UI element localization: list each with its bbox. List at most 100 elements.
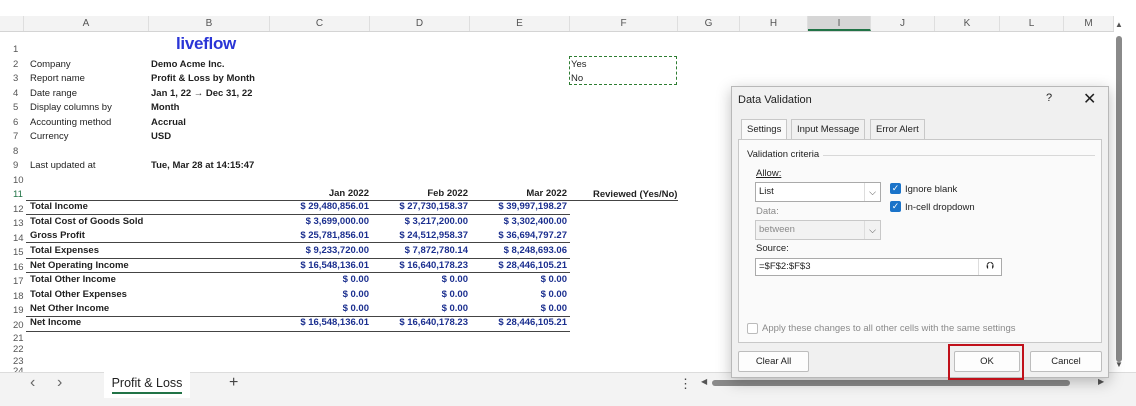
row-header[interactable]: 19 xyxy=(0,305,24,316)
scroll-up-icon[interactable]: ▲ xyxy=(1115,20,1123,29)
column-header-k[interactable]: K xyxy=(935,16,1000,31)
column-header-l[interactable]: L xyxy=(1000,16,1064,31)
row-header[interactable]: 1 xyxy=(0,44,24,55)
in-cell-dropdown-label[interactable]: In-cell dropdown xyxy=(905,202,975,213)
row-divider xyxy=(26,214,570,215)
table-cell-value: $ 36,694,797.27 xyxy=(498,230,567,241)
vertical-scroll-thumb[interactable] xyxy=(1116,36,1122,362)
header-divider-f xyxy=(570,200,678,201)
column-header-b[interactable]: B xyxy=(149,16,270,31)
table-header-jan: Jan 2022 xyxy=(328,188,369,199)
column-header-g[interactable]: G xyxy=(678,16,740,31)
row-header[interactable]: 15 xyxy=(0,247,24,258)
info-value-date-range: Jan 1, 22 → Dec 31, 22 xyxy=(151,88,253,99)
row-header[interactable]: 18 xyxy=(0,291,24,302)
row-header[interactable]: 22 xyxy=(0,344,24,355)
info-value-currency: USD xyxy=(151,131,172,142)
sheet-next-icon[interactable]: › xyxy=(57,374,62,392)
info-label-currency: Currency xyxy=(30,131,69,142)
ignore-blank-checkbox[interactable]: ✓ xyxy=(890,183,901,194)
tab-settings[interactable]: Settings xyxy=(741,119,788,141)
row-header[interactable]: 10 xyxy=(0,175,24,186)
row-header[interactable]: 11 xyxy=(0,189,24,200)
table-cell-value: $ 27,730,158.37 xyxy=(399,201,468,212)
column-header-h[interactable]: H xyxy=(740,16,808,31)
sheet-prev-icon[interactable]: ‹ xyxy=(30,374,35,392)
column-header-j[interactable]: J xyxy=(871,16,935,31)
row-header[interactable]: 9 xyxy=(0,160,24,171)
data-value: between xyxy=(759,224,795,235)
sheet-tab-profit-loss[interactable]: Profit & Loss xyxy=(104,372,190,398)
table-cell-value: $ 16,640,178.23 xyxy=(399,260,468,271)
row-header[interactable]: 16 xyxy=(0,262,24,273)
last-updated-value: Tue, Mar 28 at 14:15:47 xyxy=(151,160,255,171)
info-label-display-columns: Display columns by xyxy=(30,102,112,113)
row-divider xyxy=(26,258,570,259)
info-label-report-name: Report name xyxy=(30,73,85,84)
allow-dropdown[interactable]: List ⌵ xyxy=(755,182,881,202)
cancel-button[interactable]: Cancel xyxy=(1030,351,1102,372)
column-header-a[interactable]: A xyxy=(24,16,149,31)
settings-panel: Validation criteria Allow: List ⌵ ✓ Igno… xyxy=(738,139,1102,343)
row-header[interactable]: 21 xyxy=(0,333,24,344)
row-header[interactable]: 13 xyxy=(0,218,24,229)
ok-button-highlight xyxy=(948,344,1024,380)
close-icon[interactable]: ✕ xyxy=(1083,89,1096,109)
collapse-dialog-icon[interactable]: ⮉ xyxy=(978,259,1001,275)
add-sheet-button[interactable]: + xyxy=(229,374,238,392)
more-options-icon[interactable]: ⋮ xyxy=(679,376,692,392)
column-header-c[interactable]: C xyxy=(270,16,370,31)
table-cell-value: $ 3,302,400.00 xyxy=(503,216,567,227)
row-header[interactable]: 20 xyxy=(0,320,24,331)
row-header[interactable]: 2 xyxy=(0,59,24,70)
table-cell-value: $ 0.00 xyxy=(540,303,567,314)
tab-error-alert[interactable]: Error Alert xyxy=(870,119,925,140)
table-cell-value: $ 24,512,958.37 xyxy=(399,230,468,241)
column-header-f[interactable]: F xyxy=(570,16,678,31)
column-header-i[interactable]: I xyxy=(808,16,871,31)
chevron-down-icon: ⌵ xyxy=(864,221,880,239)
row-header[interactable]: 8 xyxy=(0,146,24,157)
hscroll-right-icon[interactable]: ▶ xyxy=(1098,377,1104,386)
hscroll-left-icon[interactable]: ◀ xyxy=(701,377,707,386)
scroll-down-icon[interactable]: ▼ xyxy=(1115,360,1123,369)
ignore-blank-label[interactable]: Ignore blank xyxy=(905,184,957,195)
column-header-e[interactable]: E xyxy=(470,16,570,31)
row-header[interactable]: 4 xyxy=(0,88,24,99)
table-cell-value: $ 7,872,780.14 xyxy=(404,245,468,256)
clear-all-button[interactable]: Clear All xyxy=(738,351,809,372)
help-icon[interactable]: ? xyxy=(1046,92,1052,104)
row-header[interactable]: 14 xyxy=(0,233,24,244)
data-validation-dialog: Data Validation ? ✕ Settings Input Messa… xyxy=(731,86,1109,378)
table-row-label: Total Other Expenses xyxy=(30,289,127,300)
row-header[interactable]: 17 xyxy=(0,276,24,287)
row-header[interactable]: 6 xyxy=(0,117,24,128)
row-header[interactable]: 12 xyxy=(0,204,24,215)
row-header[interactable]: 5 xyxy=(0,102,24,113)
table-cell-value: $ 25,781,856.01 xyxy=(300,230,369,241)
validation-criteria-label: Validation criteria xyxy=(747,149,820,160)
row-header[interactable]: 7 xyxy=(0,131,24,142)
column-header-d[interactable]: D xyxy=(370,16,470,31)
table-row-label: Net Income xyxy=(30,317,82,328)
row-header[interactable]: 3 xyxy=(0,73,24,84)
table-cell-value: $ 0.00 xyxy=(342,303,369,314)
column-header-bar: A B C D E F G H I J K L M xyxy=(0,16,1114,32)
column-header-m[interactable]: M xyxy=(1064,16,1114,31)
horizontal-scroll-thumb[interactable] xyxy=(712,380,1070,386)
row-divider xyxy=(26,272,570,273)
in-cell-dropdown-checkbox[interactable]: ✓ xyxy=(890,201,901,212)
table-cell-value: $ 0.00 xyxy=(441,303,468,314)
select-all-corner[interactable] xyxy=(0,16,24,31)
table-header-mar: Mar 2022 xyxy=(526,188,567,199)
table-cell-value: $ 29,480,856.01 xyxy=(300,201,369,212)
table-row-label: Total Expenses xyxy=(30,245,99,256)
row-divider xyxy=(26,242,570,243)
table-cell-value: $ 0.00 xyxy=(441,289,468,300)
tab-input-message[interactable]: Input Message xyxy=(791,119,866,140)
row-divider xyxy=(26,316,570,317)
validation-option-yes[interactable]: Yes xyxy=(571,59,587,70)
validation-option-no[interactable]: No xyxy=(571,73,583,84)
criteria-divider xyxy=(823,155,1095,156)
source-input[interactable]: =$F$2:$F$3 ⮉ xyxy=(755,258,1002,276)
